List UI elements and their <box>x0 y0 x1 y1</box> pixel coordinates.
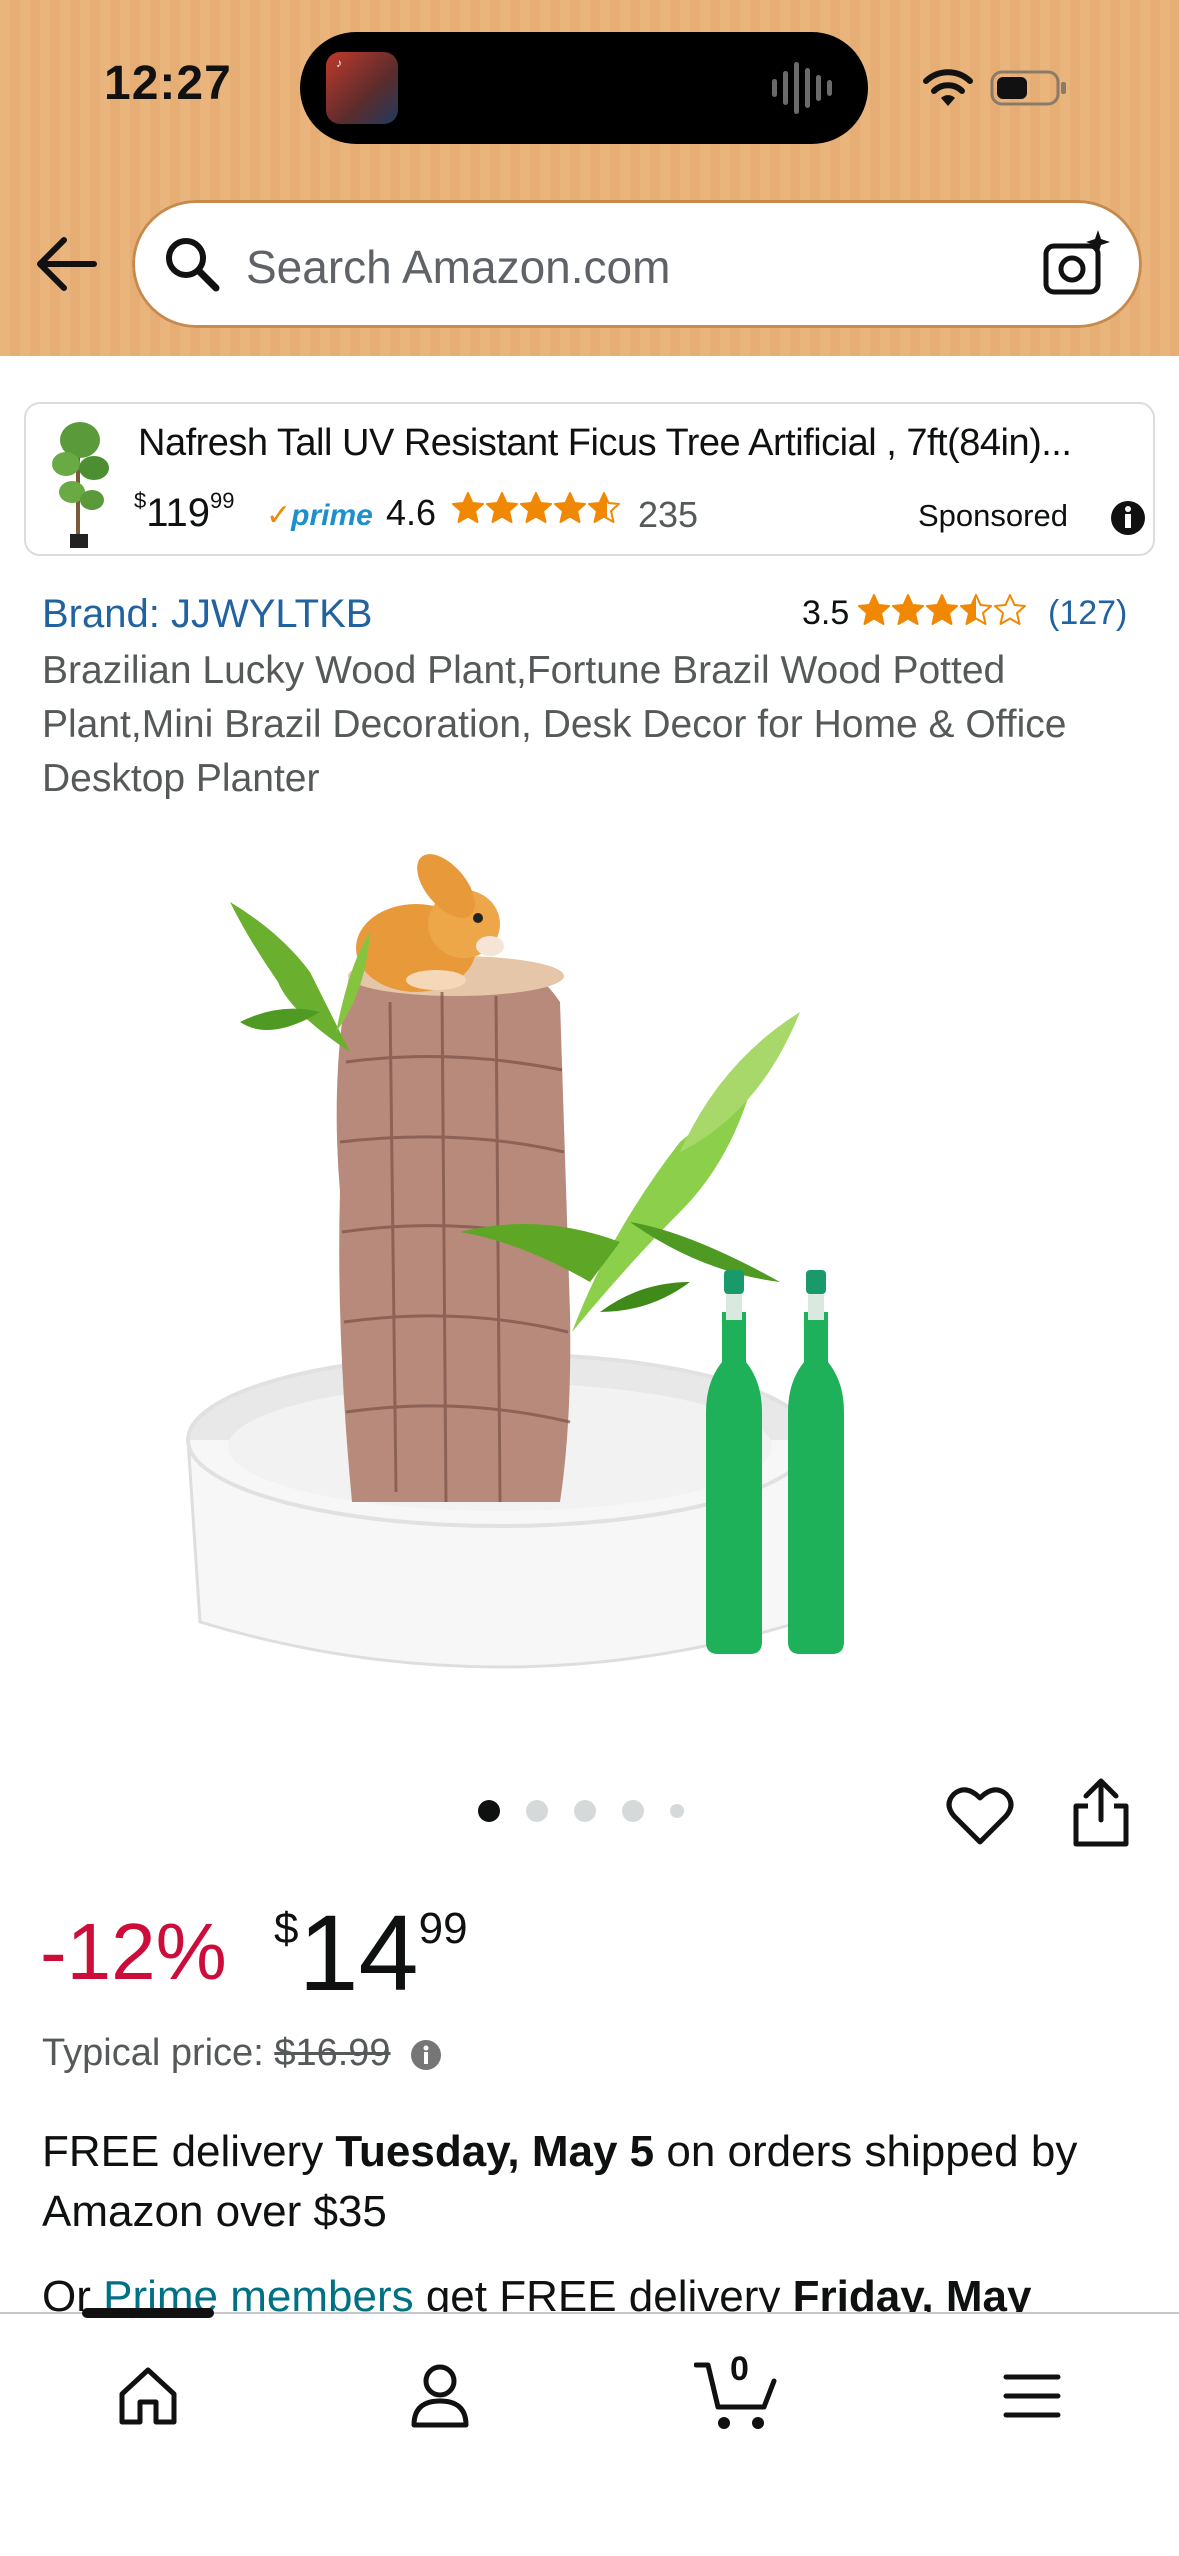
sponsored-title: Nafresh Tall UV Resistant Ficus Tree Art… <box>138 422 1072 464</box>
star-icon <box>892 594 924 625</box>
star-icon <box>554 492 586 523</box>
star-icon <box>858 594 890 625</box>
now-playing-artwork[interactable]: ♪ <box>326 52 398 124</box>
header: 12:27 ♪ Search Amazon.com <box>0 0 1179 356</box>
cart-count: 0 <box>730 2350 749 2388</box>
battery-icon <box>990 70 1066 106</box>
star-icon <box>588 492 620 523</box>
star-icon <box>960 594 992 625</box>
nav-cart[interactable]: 0 <box>676 2346 796 2446</box>
search-input[interactable]: Search Amazon.com <box>132 200 1142 328</box>
star-icon <box>452 492 484 523</box>
camera-search-icon[interactable] <box>1040 228 1112 300</box>
nav-menu[interactable] <box>972 2346 1092 2446</box>
star-icon <box>486 492 518 523</box>
carousel-dot[interactable] <box>478 1800 500 1822</box>
product-title: Brazilian Lucky Wood Plant,Fortune Brazi… <box>42 649 1067 800</box>
search-icon <box>166 238 220 292</box>
info-icon[interactable] <box>409 2038 443 2072</box>
sponsored-stars <box>450 490 620 526</box>
share-icon[interactable] <box>1070 1776 1132 1848</box>
product-stars[interactable] <box>856 592 1026 628</box>
typical-price-value: $16.99 <box>274 2032 391 2074</box>
current-price: $1499 <box>274 1892 468 2013</box>
carousel-dot[interactable] <box>670 1804 684 1818</box>
nav-account[interactable] <box>380 2346 500 2446</box>
back-arrow-icon[interactable] <box>36 236 98 292</box>
product-rating: 3.5 <box>802 594 850 632</box>
typical-price-label: Typical price: <box>42 2032 264 2074</box>
typical-price: Typical price: $16.99 <box>42 2032 443 2075</box>
sponsored-review-count: 235 <box>638 494 699 535</box>
wifi-icon <box>923 69 973 106</box>
review-count-link[interactable]: (127) <box>1048 594 1127 633</box>
star-icon <box>520 492 552 523</box>
audio-waveform-icon <box>772 58 842 118</box>
carousel-dot[interactable] <box>526 1800 548 1822</box>
product-image[interactable] <box>160 812 1020 1712</box>
heart-icon[interactable] <box>946 1784 1014 1848</box>
star-icon <box>926 594 958 625</box>
discount-percent: -12% <box>40 1907 227 1996</box>
sponsored-product-card[interactable]: Nafresh Tall UV Resistant Ficus Tree Art… <box>24 402 1155 556</box>
carousel-dot[interactable] <box>574 1800 596 1822</box>
user-icon <box>411 2364 469 2428</box>
carousel-dot[interactable] <box>622 1800 644 1822</box>
active-tab-indicator <box>82 2308 214 2318</box>
bottom-navigation: 0 <box>0 2308 1179 2556</box>
star-icon <box>994 594 1026 625</box>
home-icon <box>119 2367 177 2425</box>
menu-icon <box>1003 2374 1061 2418</box>
prime-badge: ✓prime <box>266 499 373 532</box>
sponsored-price: $11999 <box>134 488 235 535</box>
info-icon[interactable] <box>1108 498 1148 538</box>
sponsored-label: Sponsored <box>918 498 1068 533</box>
search-placeholder: Search Amazon.com <box>246 241 671 293</box>
status-time: 12:27 <box>104 57 232 110</box>
sponsored-rating: 4.6 <box>386 492 437 533</box>
image-carousel-dots[interactable] <box>478 1800 684 1822</box>
brand-link[interactable]: Brand: JJWYLTKB <box>42 592 372 637</box>
nav-home[interactable] <box>88 2346 208 2446</box>
delivery-info: FREE delivery Tuesday, May 5 on orders s… <box>42 2127 1078 2236</box>
ficus-tree-thumbnail <box>52 422 109 548</box>
product-page: 12:27 ♪ Search Amazon.com Nafresh Tall U… <box>0 0 1179 2556</box>
